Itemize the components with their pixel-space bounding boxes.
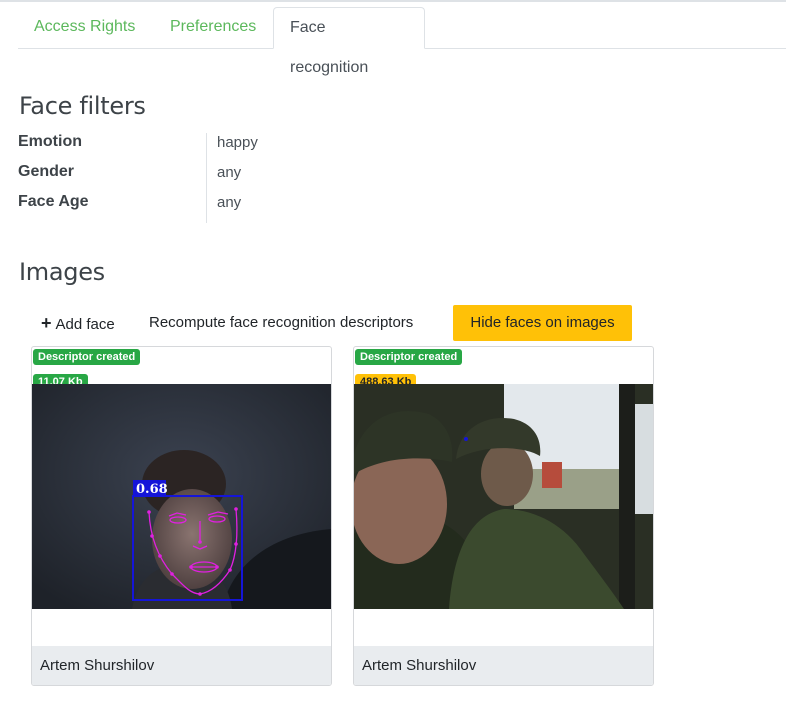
photo-pillar bbox=[619, 384, 635, 609]
filter-row-face-age: Face Age any bbox=[18, 190, 418, 220]
filter-value: any bbox=[217, 194, 242, 211]
photo-building bbox=[542, 462, 562, 488]
filter-row-emotion: Emotion happy bbox=[18, 130, 418, 160]
photo-window-right bbox=[635, 404, 653, 514]
card-person-name: Artem Shurshilov bbox=[40, 657, 155, 674]
tab-bar: Access Rights Preferences Face recogniti… bbox=[18, 7, 786, 76]
face-photo[interactable]: 0.68 bbox=[32, 384, 331, 609]
filter-label: Gender bbox=[18, 163, 75, 180]
tab-face-recognition[interactable]: Face recognition bbox=[273, 7, 425, 76]
photo-face bbox=[152, 489, 232, 589]
filter-value: any bbox=[217, 164, 242, 181]
top-rule bbox=[0, 0, 786, 2]
photo-soldier-right-face bbox=[481, 442, 533, 506]
card-person-name: Artem Shurshilov bbox=[362, 657, 477, 674]
filter-row-gender: Gender any bbox=[18, 160, 418, 190]
add-face-button[interactable]: + Add face bbox=[41, 305, 115, 341]
card-footer: Artem Shurshilov bbox=[354, 646, 653, 685]
face-score: 0.68 bbox=[136, 482, 168, 497]
face-filters-heading: Face filters bbox=[19, 92, 146, 120]
filter-label: Face Age bbox=[18, 193, 89, 210]
face-marker bbox=[464, 437, 468, 441]
face-card[interactable]: Descriptor created 11.07 Kb 0.68 Artem S… bbox=[31, 346, 332, 686]
face-photo[interactable] bbox=[354, 384, 653, 609]
recompute-descriptors-button[interactable]: Recompute face recognition descriptors bbox=[149, 305, 413, 341]
add-face-label: Add face bbox=[55, 316, 115, 333]
filter-value: happy bbox=[217, 134, 258, 151]
images-heading: Images bbox=[19, 258, 105, 286]
filter-label: Emotion bbox=[18, 133, 82, 150]
tab-access-rights[interactable]: Access Rights bbox=[18, 7, 151, 49]
filter-divider bbox=[206, 133, 207, 223]
descriptor-badge: Descriptor created bbox=[355, 349, 463, 365]
card-footer: Artem Shurshilov bbox=[32, 646, 331, 685]
face-card[interactable]: Descriptor created 488.63 Kb Artem Shurs… bbox=[353, 346, 654, 686]
descriptor-badge: Descriptor created bbox=[33, 349, 141, 365]
hide-faces-button[interactable]: Hide faces on images bbox=[453, 305, 632, 341]
tab-preferences[interactable]: Preferences bbox=[154, 7, 272, 49]
plus-icon: + bbox=[41, 313, 52, 333]
